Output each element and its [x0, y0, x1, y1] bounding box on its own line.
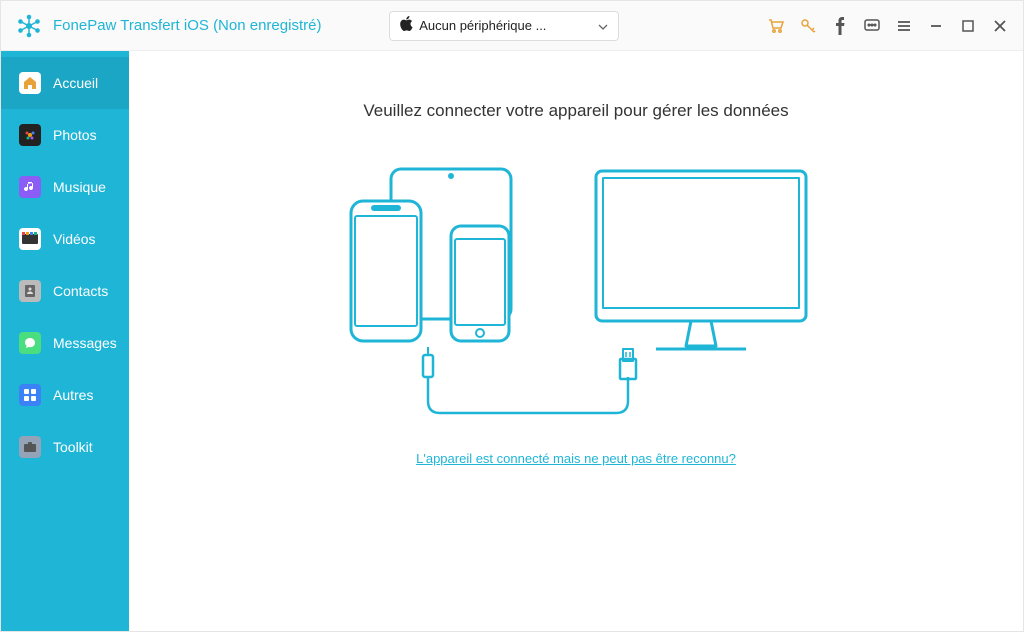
- photos-icon: [19, 124, 41, 146]
- contacts-icon: [19, 280, 41, 302]
- others-icon: [19, 384, 41, 406]
- apple-icon: [400, 16, 413, 35]
- sidebar-item-label: Toolkit: [53, 439, 93, 455]
- sidebar-item-autres[interactable]: Autres: [1, 369, 129, 421]
- sidebar-item-videos[interactable]: Vidéos: [1, 213, 129, 265]
- key-icon[interactable]: [799, 17, 817, 35]
- sidebar-item-label: Autres: [53, 387, 93, 403]
- sidebar-item-label: Photos: [53, 127, 97, 143]
- feedback-icon[interactable]: [863, 17, 881, 35]
- sidebar-item-label: Accueil: [53, 75, 98, 91]
- close-icon[interactable]: [991, 17, 1009, 35]
- app-window: FonePaw Transfert iOS (Non enregistré) A…: [0, 0, 1024, 632]
- app-logo-icon: [15, 12, 43, 40]
- connect-illustration: [336, 161, 816, 421]
- sidebar-item-musique[interactable]: Musique: [1, 161, 129, 213]
- sidebar-item-photos[interactable]: Photos: [1, 109, 129, 161]
- maximize-icon[interactable]: [959, 17, 977, 35]
- sidebar-item-label: Contacts: [53, 283, 108, 299]
- home-icon: [19, 72, 41, 94]
- toolkit-icon: [19, 436, 41, 458]
- body: Accueil Photos Musique Vidéos: [1, 51, 1023, 631]
- main-content: Veuillez connecter votre appareil pour g…: [129, 51, 1023, 631]
- connect-instruction: Veuillez connecter votre appareil pour g…: [363, 101, 788, 121]
- sidebar-item-messages[interactable]: Messages: [1, 317, 129, 369]
- facebook-icon[interactable]: [831, 17, 849, 35]
- sidebar-item-accueil[interactable]: Accueil: [1, 57, 129, 109]
- sidebar-item-contacts[interactable]: Contacts: [1, 265, 129, 317]
- device-selector[interactable]: Aucun périphérique ...: [389, 11, 619, 41]
- sidebar: Accueil Photos Musique Vidéos: [1, 51, 129, 631]
- titlebar: FonePaw Transfert iOS (Non enregistré) A…: [1, 1, 1023, 51]
- chevron-down-icon: [598, 19, 608, 33]
- device-selector-label: Aucun périphérique ...: [419, 18, 598, 33]
- sidebar-item-label: Musique: [53, 179, 106, 195]
- cart-icon[interactable]: [767, 17, 785, 35]
- sidebar-item-label: Messages: [53, 335, 117, 351]
- app-title: FonePaw Transfert iOS (Non enregistré): [53, 17, 321, 34]
- menu-icon[interactable]: [895, 17, 913, 35]
- videos-icon: [19, 228, 41, 250]
- device-not-recognized-link[interactable]: L'appareil est connecté mais ne peut pas…: [416, 451, 736, 466]
- sidebar-item-toolkit[interactable]: Toolkit: [1, 421, 129, 473]
- messages-icon: [19, 332, 41, 354]
- minimize-icon[interactable]: [927, 17, 945, 35]
- sidebar-item-label: Vidéos: [53, 231, 96, 247]
- toolbar-icons: [767, 17, 1009, 35]
- music-icon: [19, 176, 41, 198]
